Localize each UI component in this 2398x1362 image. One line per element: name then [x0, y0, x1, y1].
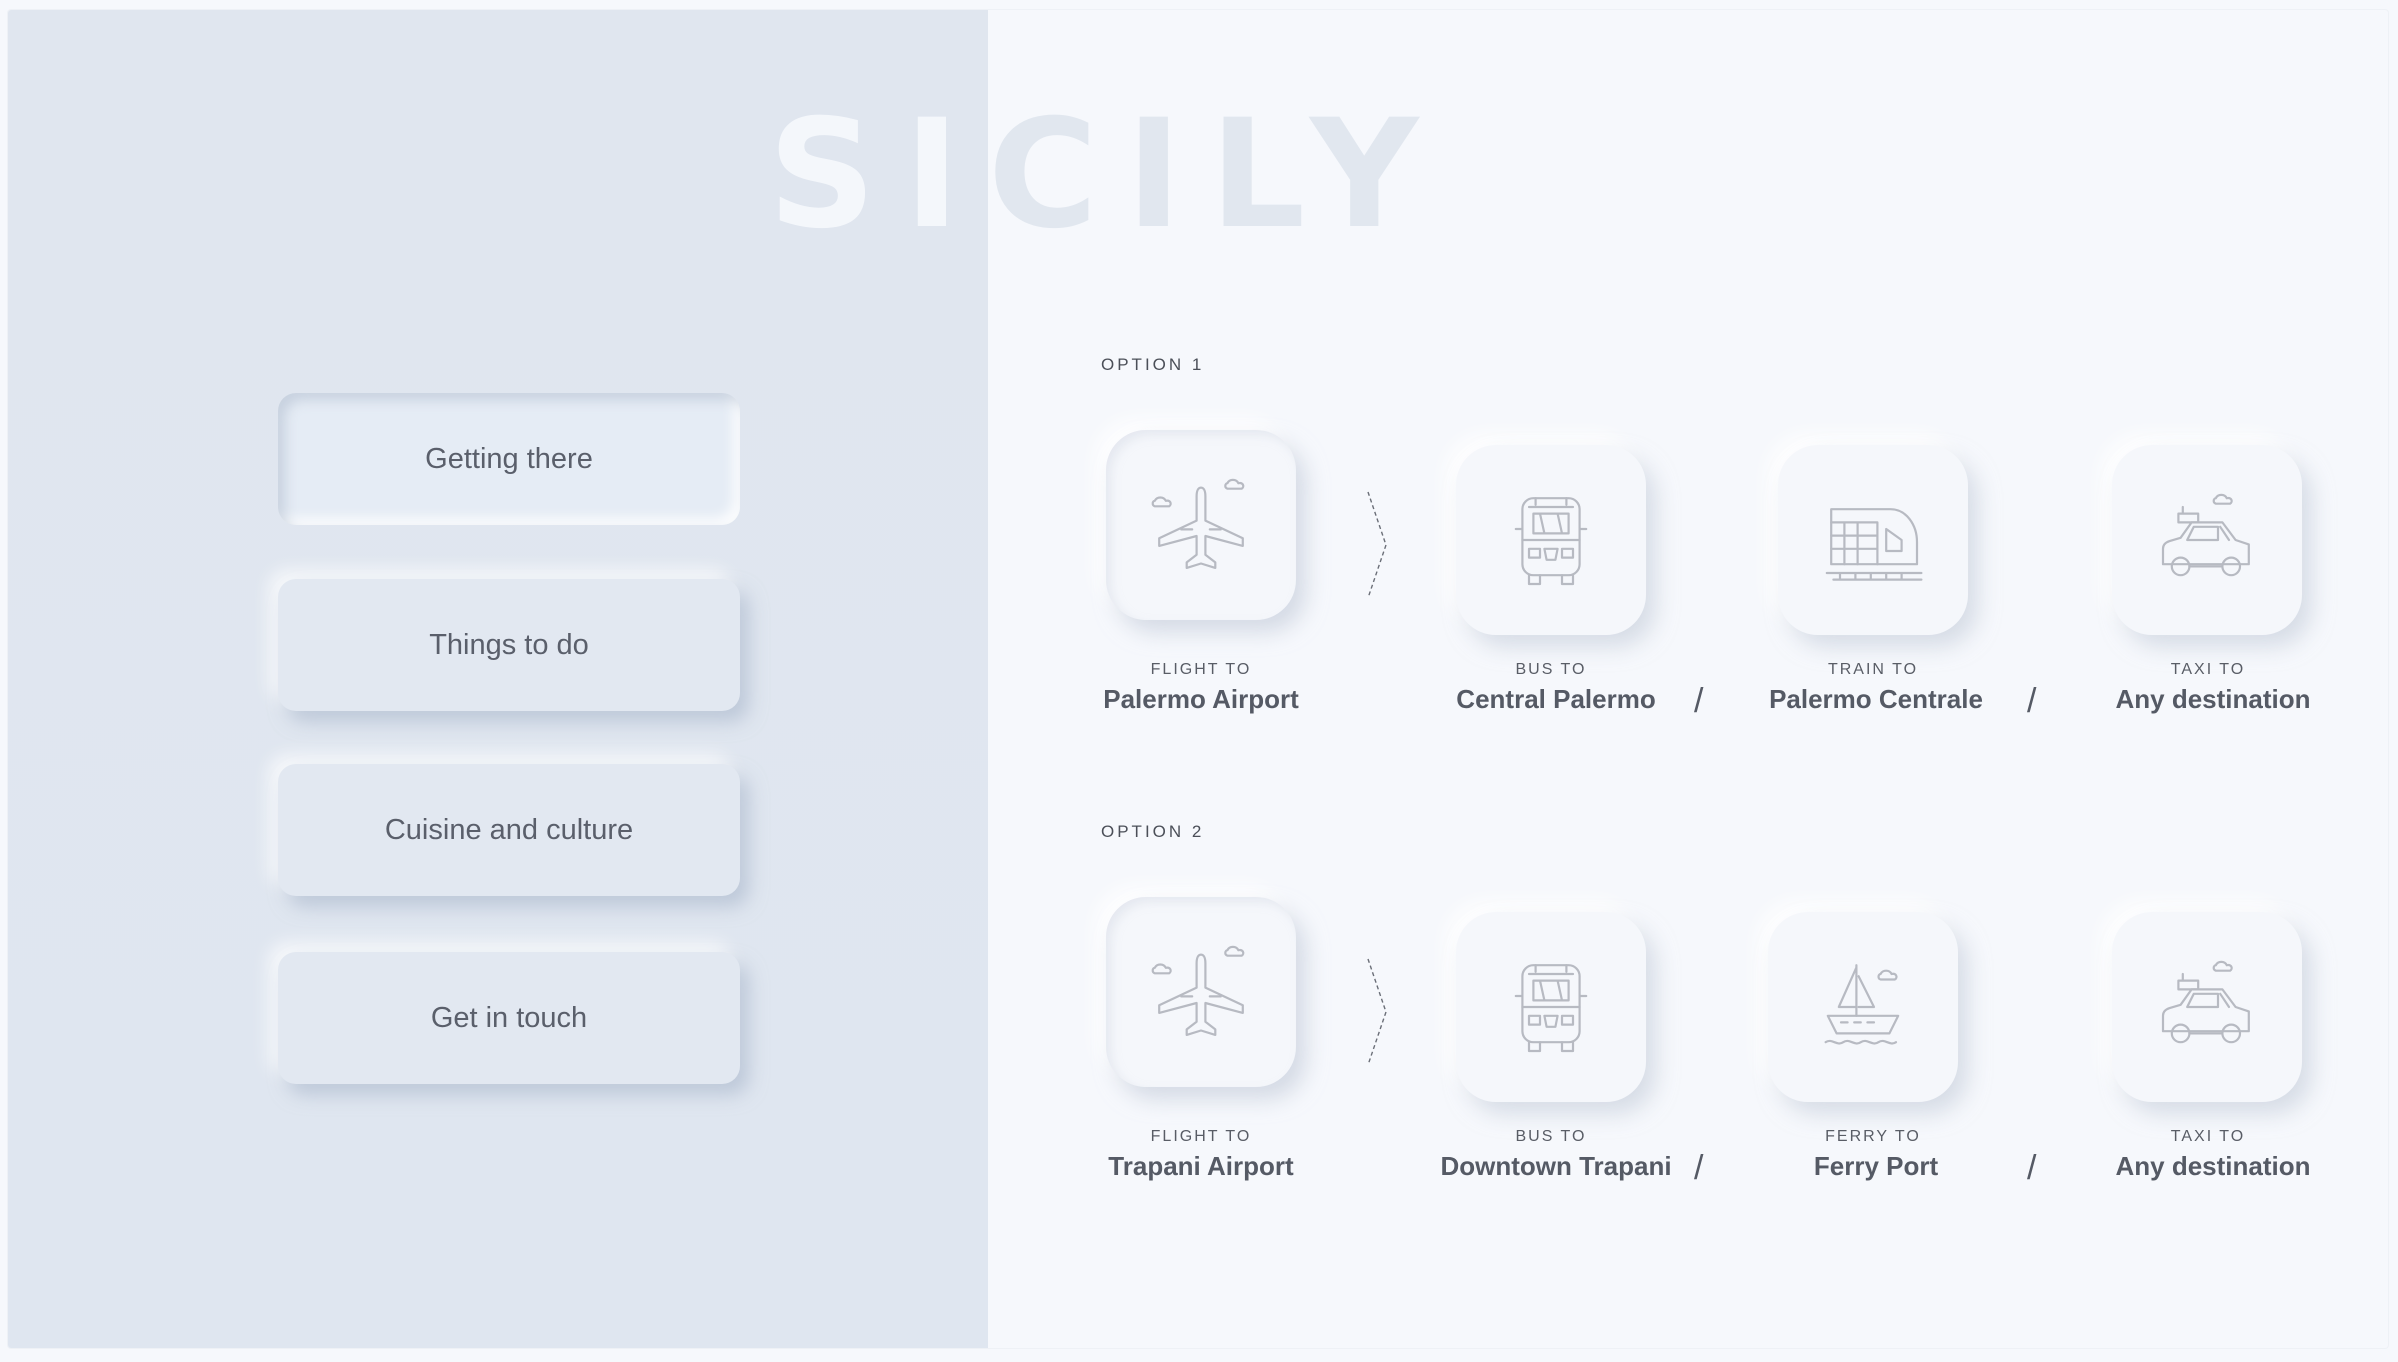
separator-slash: / — [2027, 682, 2037, 720]
separator-slash: / — [1694, 682, 1704, 720]
option-1-label: OPTION 1 — [1101, 355, 1205, 374]
option-1-step-4-destination: Any destination — [2115, 684, 2311, 714]
airplane-icon — [1151, 478, 1245, 569]
separator-slash: / — [2027, 1149, 2037, 1187]
option-2-step-1-destination: Trapani Airport — [1108, 1151, 1294, 1181]
option-1-step-2-destination: Central Palermo — [1456, 684, 1656, 714]
chevron-right-icon — [1367, 491, 1387, 599]
option-2-ferry-tile[interactable] — [1768, 912, 1958, 1102]
taxi-icon — [2161, 493, 2250, 577]
option-1-step-1-destination: Palermo Airport — [1103, 684, 1299, 714]
option-2-step-4-mode: TAXI TO — [2170, 1128, 2246, 1145]
option-1-step-3-destination: Palermo Centrale — [1769, 684, 1983, 714]
option-1-step-4-mode: TAXI TO — [2170, 661, 2246, 678]
option-2-step-1-mode: FLIGHT TO — [1150, 1128, 1252, 1145]
nav-getting-there-button[interactable]: Getting there — [278, 393, 740, 525]
page-title: SICILY — [768, 88, 1447, 262]
option-1-flight-tile[interactable] — [1106, 430, 1296, 620]
train-icon — [1825, 508, 1923, 581]
option-1-step-3-mode: TRAIN TO — [1827, 661, 1919, 678]
nav-things-to-do-button[interactable]: Things to do — [278, 579, 740, 711]
nav-cuisine-and-culture-button[interactable]: Cuisine and culture — [278, 764, 740, 896]
app-frame: SICILY Getting there Things to do Cuisin… — [8, 10, 2388, 1348]
ferry-icon — [1824, 964, 1900, 1045]
option-1-taxi-tile[interactable] — [2112, 445, 2302, 635]
airplane-icon — [1151, 945, 1245, 1036]
option-2-step-2-mode: BUS TO — [1515, 1128, 1587, 1145]
option-2-flight-tile[interactable] — [1106, 897, 1296, 1087]
option-2-step-4-destination: Any destination — [2115, 1151, 2311, 1181]
option-2-step-3-destination: Ferry Port — [1813, 1151, 1939, 1181]
option-2-bus-tile[interactable] — [1456, 912, 1646, 1102]
separator-slash: / — [1694, 1149, 1704, 1187]
option-1-step-1-mode: FLIGHT TO — [1150, 661, 1252, 678]
chevron-right-icon — [1367, 958, 1387, 1066]
nav-get-in-touch-button[interactable]: Get in touch — [278, 952, 740, 1084]
bus-icon — [1514, 964, 1588, 1053]
option-2-step-3-mode: FERRY TO — [1825, 1128, 1921, 1145]
option-1-train-tile[interactable] — [1778, 445, 1968, 635]
option-2-label: OPTION 2 — [1101, 822, 1205, 841]
option-2-taxi-tile[interactable] — [2112, 912, 2302, 1102]
taxi-icon — [2161, 960, 2250, 1044]
option-2-step-2-destination: Downtown Trapani — [1440, 1151, 1672, 1181]
bus-icon — [1514, 497, 1588, 586]
option-1-step-2-mode: BUS TO — [1515, 661, 1587, 678]
option-1-bus-tile[interactable] — [1456, 445, 1646, 635]
